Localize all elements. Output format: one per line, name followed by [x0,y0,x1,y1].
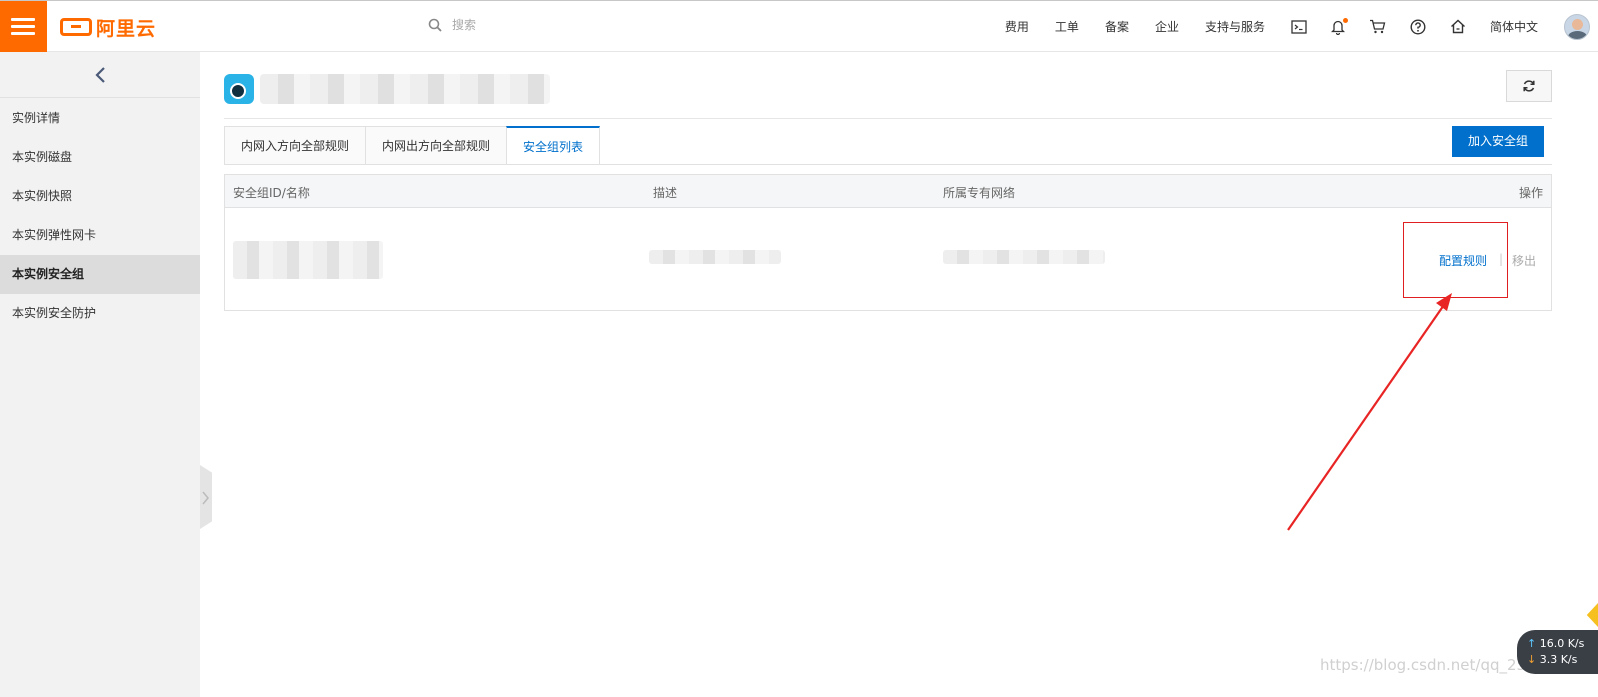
top-nav: 费用 工单 备案 企业 支持与服务 简体中文 [1005,1,1598,52]
instance-header [224,74,550,104]
refresh-icon [1523,80,1535,92]
sidebar-item-snapshots[interactable]: 本实例快照 [0,177,200,216]
nav-tickets[interactable]: 工单 [1055,18,1079,35]
search-box[interactable] [428,18,652,32]
sidebar-item-security-protection[interactable]: 本实例安全防护 [0,294,200,333]
description-redacted [649,250,781,264]
main-content: 内网入方向全部规则 内网出方向全部规则 安全组列表 加入安全组 安全组ID/名称… [200,52,1598,697]
network-speed-widget: ↑ 16.0 K/s ↓ 3.3 K/s [1517,630,1598,674]
refresh-button[interactable] [1506,70,1552,102]
top-bar: 阿里云 费用 工单 备案 企业 支持与服务 简体中文 [0,0,1598,52]
aliyun-logo[interactable]: 阿里云 [60,15,157,40]
terminal-icon[interactable] [1291,19,1307,34]
instance-name-redacted [260,74,550,104]
tabs-divider [224,164,1552,165]
vpc-redacted [943,250,1105,264]
col-description: 描述 [653,186,678,200]
tab-outbound-rules[interactable]: 内网出方向全部规则 [365,126,508,165]
join-security-group-button[interactable]: 加入安全组 [1452,126,1544,157]
sidebar-item-security-groups[interactable]: 本实例安全组 [0,255,200,294]
sidebar: 实例详情 本实例磁盘 本实例快照 本实例弹性网卡 本实例安全组 本实例安全防护 [0,52,200,697]
table-row: 配置规则 | 移出 [225,208,1551,310]
nav-fees[interactable]: 费用 [1005,18,1029,35]
bell-icon[interactable] [1330,17,1348,35]
annotation-highlight-box [1403,222,1508,298]
security-group-id-redacted [233,241,383,279]
home-icon[interactable] [1450,19,1466,34]
help-icon[interactable] [1410,18,1426,35]
download-speed: ↓ 3.3 K/s [1527,653,1578,666]
sidebar-item-instance-details[interactable]: 实例详情 [0,99,200,138]
download-arrow-icon: ↓ [1527,653,1537,666]
notification-dot [1342,17,1348,23]
search-input[interactable] [452,18,652,32]
language-switch[interactable]: 简体中文 [1490,18,1538,35]
aliyun-logo-icon [60,18,92,36]
nav-icp[interactable]: 备案 [1105,18,1129,35]
nav-support[interactable]: 支持与服务 [1205,18,1265,35]
upload-speed: ↑ 16.0 K/s [1527,637,1585,650]
tab-bar: 内网入方向全部规则 内网出方向全部规则 安全组列表 [224,126,601,165]
chevron-left-icon[interactable] [94,66,106,84]
sidebar-back[interactable] [0,52,200,98]
security-group-table: 安全组ID/名称 描述 所属专有网络 操作 配置规则 | 移出 [224,174,1552,311]
col-id-name: 安全组ID/名称 [233,186,310,200]
table-header: 安全组ID/名称 描述 所属专有网络 操作 [225,175,1551,208]
tab-inbound-rules[interactable]: 内网入方向全部规则 [224,126,367,165]
logo-text: 阿里云 [96,17,157,40]
col-actions: 操作 [1518,186,1543,200]
hamburger-menu-button[interactable] [0,1,47,52]
remove-link[interactable]: 移出 [1512,252,1536,269]
search-icon [428,18,442,32]
instance-icon [224,74,254,104]
tab-security-group-list[interactable]: 安全组列表 [506,126,601,165]
nav-enterprise[interactable]: 企业 [1155,18,1179,35]
col-vpc: 所属专有网络 [943,186,1016,200]
cart-icon[interactable] [1369,19,1386,34]
sidebar-item-eni[interactable]: 本实例弹性网卡 [0,216,200,255]
user-avatar[interactable] [1564,13,1590,40]
sidebar-item-disks[interactable]: 本实例磁盘 [0,138,200,177]
header-divider [224,118,1552,119]
upload-arrow-icon: ↑ [1527,637,1537,650]
